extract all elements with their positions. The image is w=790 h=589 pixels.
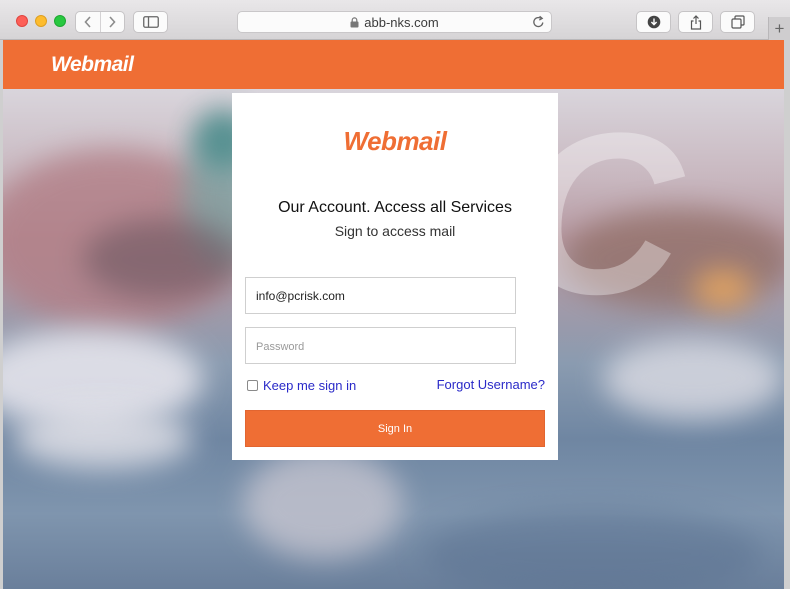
- history-navigation: [75, 11, 125, 33]
- card-logo: Webmail: [343, 126, 447, 156]
- forward-button[interactable]: [99, 12, 125, 32]
- minimize-window-button[interactable]: [35, 15, 47, 27]
- sidebar-icon: [142, 16, 159, 28]
- tabs-overview-button[interactable]: [720, 11, 755, 33]
- tabs-icon: [730, 15, 745, 29]
- share-icon: [690, 14, 701, 30]
- chevron-left-icon: [84, 16, 91, 28]
- maximize-window-button[interactable]: [54, 15, 66, 27]
- close-window-button[interactable]: [16, 15, 28, 27]
- keep-signed-in-label: Keep me sign in: [263, 378, 357, 393]
- keep-signed-in-checkbox[interactable]: Keep me sign in: [247, 378, 356, 393]
- chevron-right-icon: [109, 16, 116, 28]
- checkbox-box[interactable]: [247, 380, 258, 391]
- login-subheading: Sign to access mail: [334, 223, 456, 239]
- address-bar[interactable]: abb-nks.com: [237, 11, 552, 33]
- share-button[interactable]: [678, 11, 713, 33]
- new-tab-button[interactable]: +: [768, 17, 790, 40]
- downloads-button[interactable]: [636, 11, 671, 33]
- download-icon: [647, 15, 660, 29]
- email-field[interactable]: [245, 277, 516, 314]
- sign-in-button[interactable]: Sign In: [245, 410, 545, 447]
- forgot-username-link[interactable]: Forgot Username?: [437, 377, 545, 392]
- reload-icon[interactable]: [532, 15, 545, 32]
- sidebar-toggle-button[interactable]: [133, 11, 168, 33]
- site-header: Webmail: [3, 40, 784, 89]
- url-text: abb-nks.com: [364, 14, 439, 30]
- back-button[interactable]: [76, 12, 100, 32]
- browser-toolbar: abb-nks.com +: [0, 0, 790, 40]
- lock-icon: [350, 16, 359, 28]
- login-card: Webmail Our Account. Access all Services…: [232, 93, 558, 460]
- password-field[interactable]: [245, 327, 516, 364]
- login-heading: Our Account. Access all Services: [278, 199, 512, 216]
- header-logo: Webmail: [51, 53, 134, 76]
